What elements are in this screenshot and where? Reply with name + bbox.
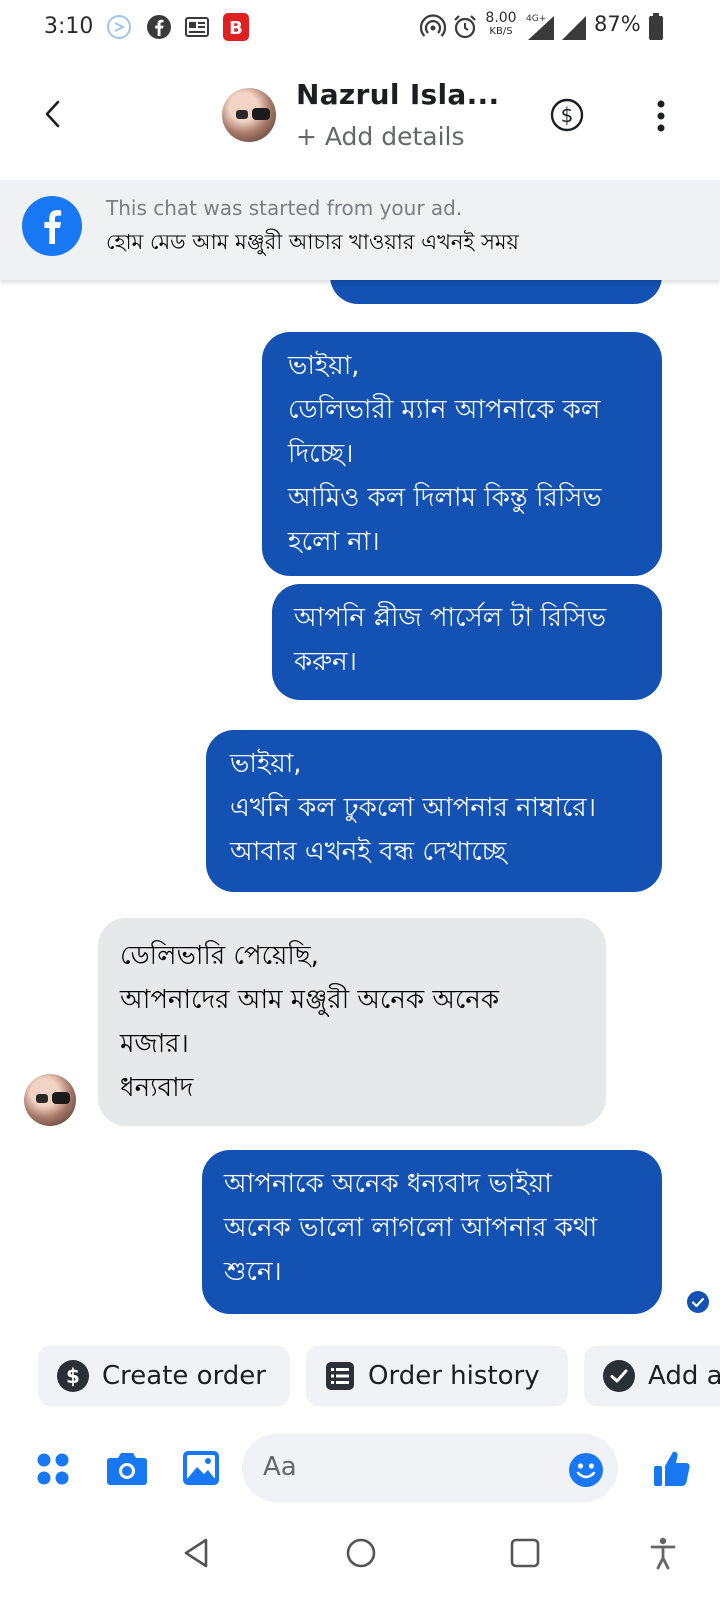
message-input-placeholder: Aa <box>263 1452 297 1482</box>
message-line: দিচ্ছে। <box>288 439 354 469</box>
hotspot-icon <box>420 14 446 37</box>
message-bubble[interactable]: আপনি প্লীজ পার্সেল টা রিসিভ করুন। <box>272 584 662 700</box>
nav-home-icon[interactable] <box>344 1536 378 1570</box>
message-line: আপনাকে অনেক ধন্যবাদ ভাইয়া <box>224 1169 552 1199</box>
facebook-icon <box>22 196 82 256</box>
seen-check-icon <box>687 1291 709 1313</box>
chip-label: Add a <box>648 1361 720 1391</box>
nav-recents-icon[interactable] <box>508 1536 542 1570</box>
ad-origin-note: This chat was started from your ad. <box>106 196 463 220</box>
list-icon <box>326 1362 354 1390</box>
battery-icon <box>649 13 663 40</box>
order-history-button[interactable]: Order history <box>306 1346 568 1406</box>
svg-text:B: B <box>229 18 243 39</box>
network-speed: 8.00 KB/S <box>485 10 517 37</box>
contact-avatar[interactable] <box>222 88 276 142</box>
svg-text:4G+: 4G+ <box>526 14 546 24</box>
camera-icon[interactable] <box>106 1450 148 1486</box>
emoji-icon[interactable] <box>568 1452 604 1488</box>
chat-header: Nazrul Isla... + Add details $ <box>0 56 720 178</box>
alarm-icon <box>454 15 476 39</box>
status-time: 3:10 <box>44 14 94 39</box>
message-line: ধন্যবাদ <box>120 1073 194 1103</box>
message-line: ভাইয়া, <box>288 351 360 381</box>
message-bubble[interactable]: ভাইয়া, এখনি কল ঢুকলো আপনার নাম্বারে। আব… <box>206 730 662 892</box>
message-bubble[interactable]: আপনাকে অনেক ধন্যবাদ ভাইয়া অনেক ভালো লাগ… <box>202 1150 662 1314</box>
message-line: ভাইয়া, <box>230 749 302 779</box>
ad-title: হোম মেড আম মঞ্জুরী আচার খাওয়ার এখনই সময… <box>106 230 519 254</box>
svg-text:$: $ <box>561 103 574 127</box>
nav-back-icon[interactable] <box>180 1536 214 1570</box>
message-line: আপনি প্লীজ পার্সেল টা রিসিভ <box>294 603 607 633</box>
signal-4g-icon: 4G+ <box>526 14 554 40</box>
message-line: আবার এখনই বন্ধ দেখাচ্ছে <box>230 837 507 867</box>
message-line: আমিও কল দিলাম কিন্তু রিসিভ <box>288 483 602 513</box>
contact-name[interactable]: Nazrul Isla... <box>296 78 499 111</box>
svg-text:$: $ <box>66 1364 80 1388</box>
chip-label: Order history <box>368 1361 540 1391</box>
back-arrow-icon[interactable] <box>40 96 66 132</box>
apps-menu-icon[interactable] <box>36 1452 70 1486</box>
message-input[interactable] <box>242 1434 618 1502</box>
payment-icon[interactable]: $ <box>550 98 584 132</box>
ad-origin-banner[interactable]: This chat was started from your ad. হোম … <box>0 180 720 280</box>
more-options-icon[interactable] <box>656 100 666 132</box>
message-line: এখনি কল ঢুকলো আপনার নাম্বারে। <box>230 793 596 823</box>
create-order-button[interactable]: $ Create order <box>38 1346 290 1406</box>
add-details-link[interactable]: + Add details <box>296 122 465 151</box>
message-line: শুনে। <box>224 1257 282 1287</box>
sender-avatar[interactable] <box>24 1074 76 1126</box>
chip-label: Create order <box>102 1361 266 1391</box>
gallery-icon[interactable] <box>182 1450 220 1486</box>
message-line: করুন। <box>294 647 357 677</box>
signal-icon <box>562 16 586 40</box>
like-icon[interactable] <box>652 1448 692 1488</box>
message-line: ডেলিভারি পেয়েছি, <box>120 941 319 971</box>
message-line: হলো না। <box>288 527 380 557</box>
battery-percent: 87% <box>594 12 641 36</box>
message-line: মজার। <box>120 1029 189 1059</box>
dollar-icon: $ <box>57 1360 89 1392</box>
message-line: ডেলিভারী ম্যান আপনাকে কল <box>288 395 601 425</box>
sync-icon <box>107 15 131 39</box>
facebook-notif-icon <box>147 15 171 39</box>
add-action-button[interactable]: Add a <box>584 1346 720 1406</box>
status-bar: 3:10 B 8.00 KB/S 4G+ 87% <box>0 0 720 56</box>
b-app-icon: B <box>223 13 249 41</box>
accessibility-icon[interactable] <box>648 1536 678 1570</box>
message-bubble[interactable]: ভাইয়া, ডেলিভারী ম্যান আপনাকে কল দিচ্ছে।… <box>262 332 662 576</box>
message-bubble-incoming[interactable]: ডেলিভারি পেয়েছি, আপনাদের আম মঞ্জুরী অনে… <box>98 918 606 1126</box>
news-icon <box>185 17 209 37</box>
message-line: আপনাদের আম মঞ্জুরী অনেক অনেক <box>120 985 500 1015</box>
message-line: অনেক ভালো লাগলো আপনার কথা <box>224 1213 598 1243</box>
check-icon <box>603 1360 635 1392</box>
